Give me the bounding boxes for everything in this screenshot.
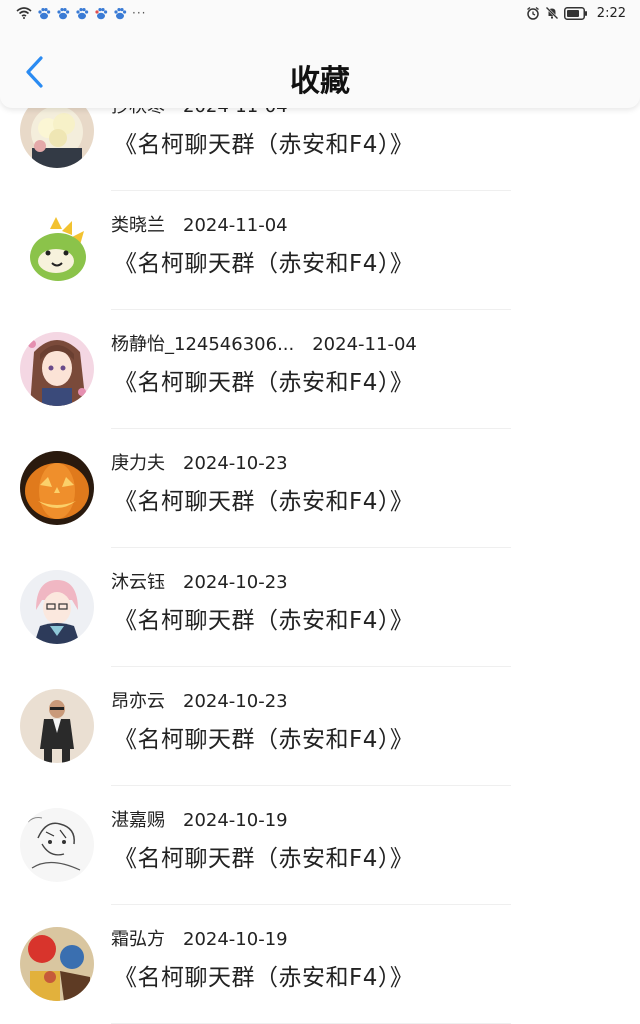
item-meta: 类晓兰 2024-11-04 [111, 211, 288, 237]
date: 2024-11-04 [183, 215, 288, 236]
item-meta: 霜弘方 2024-10-19 [111, 925, 288, 951]
list-item[interactable]: 沐云钰 2024-10-23 《名柯聊天群（赤安和F4）》 [0, 548, 640, 667]
chat-title[interactable]: 《名柯聊天群（赤安和F4）》 [114, 839, 413, 873]
list-item[interactable]: 湛嘉赐 2024-10-19 《名柯聊天群（赤安和F4）》 [0, 786, 640, 905]
more-notifications: ··· [132, 6, 147, 20]
battery-icon [563, 6, 588, 20]
chat-title[interactable]: 《名柯聊天群（赤安和F4）》 [114, 482, 413, 516]
chat-title[interactable]: 《名柯聊天群（赤安和F4）》 [114, 125, 413, 159]
user-name[interactable]: 杨静怡_124546306... [111, 334, 294, 355]
chat-title[interactable]: 《名柯聊天群（赤安和F4）》 [114, 363, 413, 397]
item-meta: 庚力夫 2024-10-23 [111, 449, 288, 475]
user-name[interactable]: 庚力夫 [111, 453, 165, 474]
avatar [20, 927, 94, 1001]
chat-title[interactable]: 《名柯聊天群（赤安和F4）》 [114, 244, 413, 278]
list-item[interactable]: 霜弘方 2024-10-19 《名柯聊天群（赤安和F4）》 [0, 905, 640, 1024]
item-meta: 沐云钰 2024-10-23 [111, 568, 288, 594]
user-name[interactable]: 湛嘉赐 [111, 810, 165, 831]
status-left: ··· [16, 6, 146, 20]
anime-girl-avatar-icon [20, 332, 94, 406]
list-item[interactable]: 类晓兰 2024-11-04 《名柯聊天群（赤安和F4）》 [0, 191, 640, 310]
favorites-screen: 抄秋寒2024-11-04 《名柯聊天群（赤安和F4）》 [0, 0, 640, 1024]
avatar [20, 451, 94, 525]
anime-boy-avatar-icon [20, 570, 94, 644]
item-meta: 昂亦云 2024-10-23 [111, 687, 288, 713]
chat-title[interactable]: 《名柯聊天群（赤安和F4）》 [114, 601, 413, 635]
painting-avatar-icon [20, 927, 94, 1001]
alarm-icon [526, 6, 540, 20]
sketch-avatar-icon [20, 808, 94, 882]
date: 2024-10-23 [183, 691, 288, 712]
pumpkin-avatar-icon [20, 451, 94, 525]
man-suit-avatar-icon [20, 689, 94, 763]
item-meta: 杨静怡_124546306... 2024-11-04 [111, 330, 417, 356]
avatar [20, 689, 94, 763]
user-name[interactable]: 霜弘方 [111, 929, 165, 950]
status-bar: ··· 2:22 [0, 0, 640, 26]
paw-notification-icon [113, 7, 127, 20]
paw-notification-icon [94, 7, 108, 20]
list-item[interactable]: 昂亦云 2024-10-23 《名柯聊天群（赤安和F4）》 [0, 667, 640, 786]
user-name[interactable]: 昂亦云 [111, 691, 165, 712]
list-item[interactable]: 杨静怡_124546306... 2024-11-04 《名柯聊天群（赤安和F4）… [0, 310, 640, 429]
clock: 2:22 [596, 5, 626, 21]
item-meta: 湛嘉赐 2024-10-19 [111, 806, 288, 832]
paw-notification-icon [56, 7, 70, 20]
paw-notification-icon [37, 7, 51, 20]
header: 收藏 [0, 26, 640, 108]
status-right: 2:22 [526, 6, 626, 21]
date: 2024-10-23 [183, 572, 288, 593]
user-name[interactable]: 类晓兰 [111, 215, 165, 236]
chat-title[interactable]: 《名柯聊天群（赤安和F4）》 [114, 720, 413, 754]
green-dino-avatar-icon [20, 213, 94, 287]
mute-icon [545, 6, 559, 20]
date: 2024-11-04 [312, 334, 417, 355]
avatar [20, 332, 94, 406]
avatar [20, 570, 94, 644]
date: 2024-10-19 [183, 810, 288, 831]
list-item[interactable]: 庚力夫 2024-10-23 《名柯聊天群（赤安和F4）》 [0, 429, 640, 548]
avatar [20, 808, 94, 882]
user-name[interactable]: 沐云钰 [111, 572, 165, 593]
avatar [20, 213, 94, 287]
paw-notification-icon [75, 7, 89, 20]
date: 2024-10-23 [183, 453, 288, 474]
wifi-icon [16, 7, 32, 19]
page-title: 收藏 [290, 64, 350, 99]
chat-title[interactable]: 《名柯聊天群（赤安和F4）》 [114, 958, 413, 992]
date: 2024-10-19 [183, 929, 288, 950]
